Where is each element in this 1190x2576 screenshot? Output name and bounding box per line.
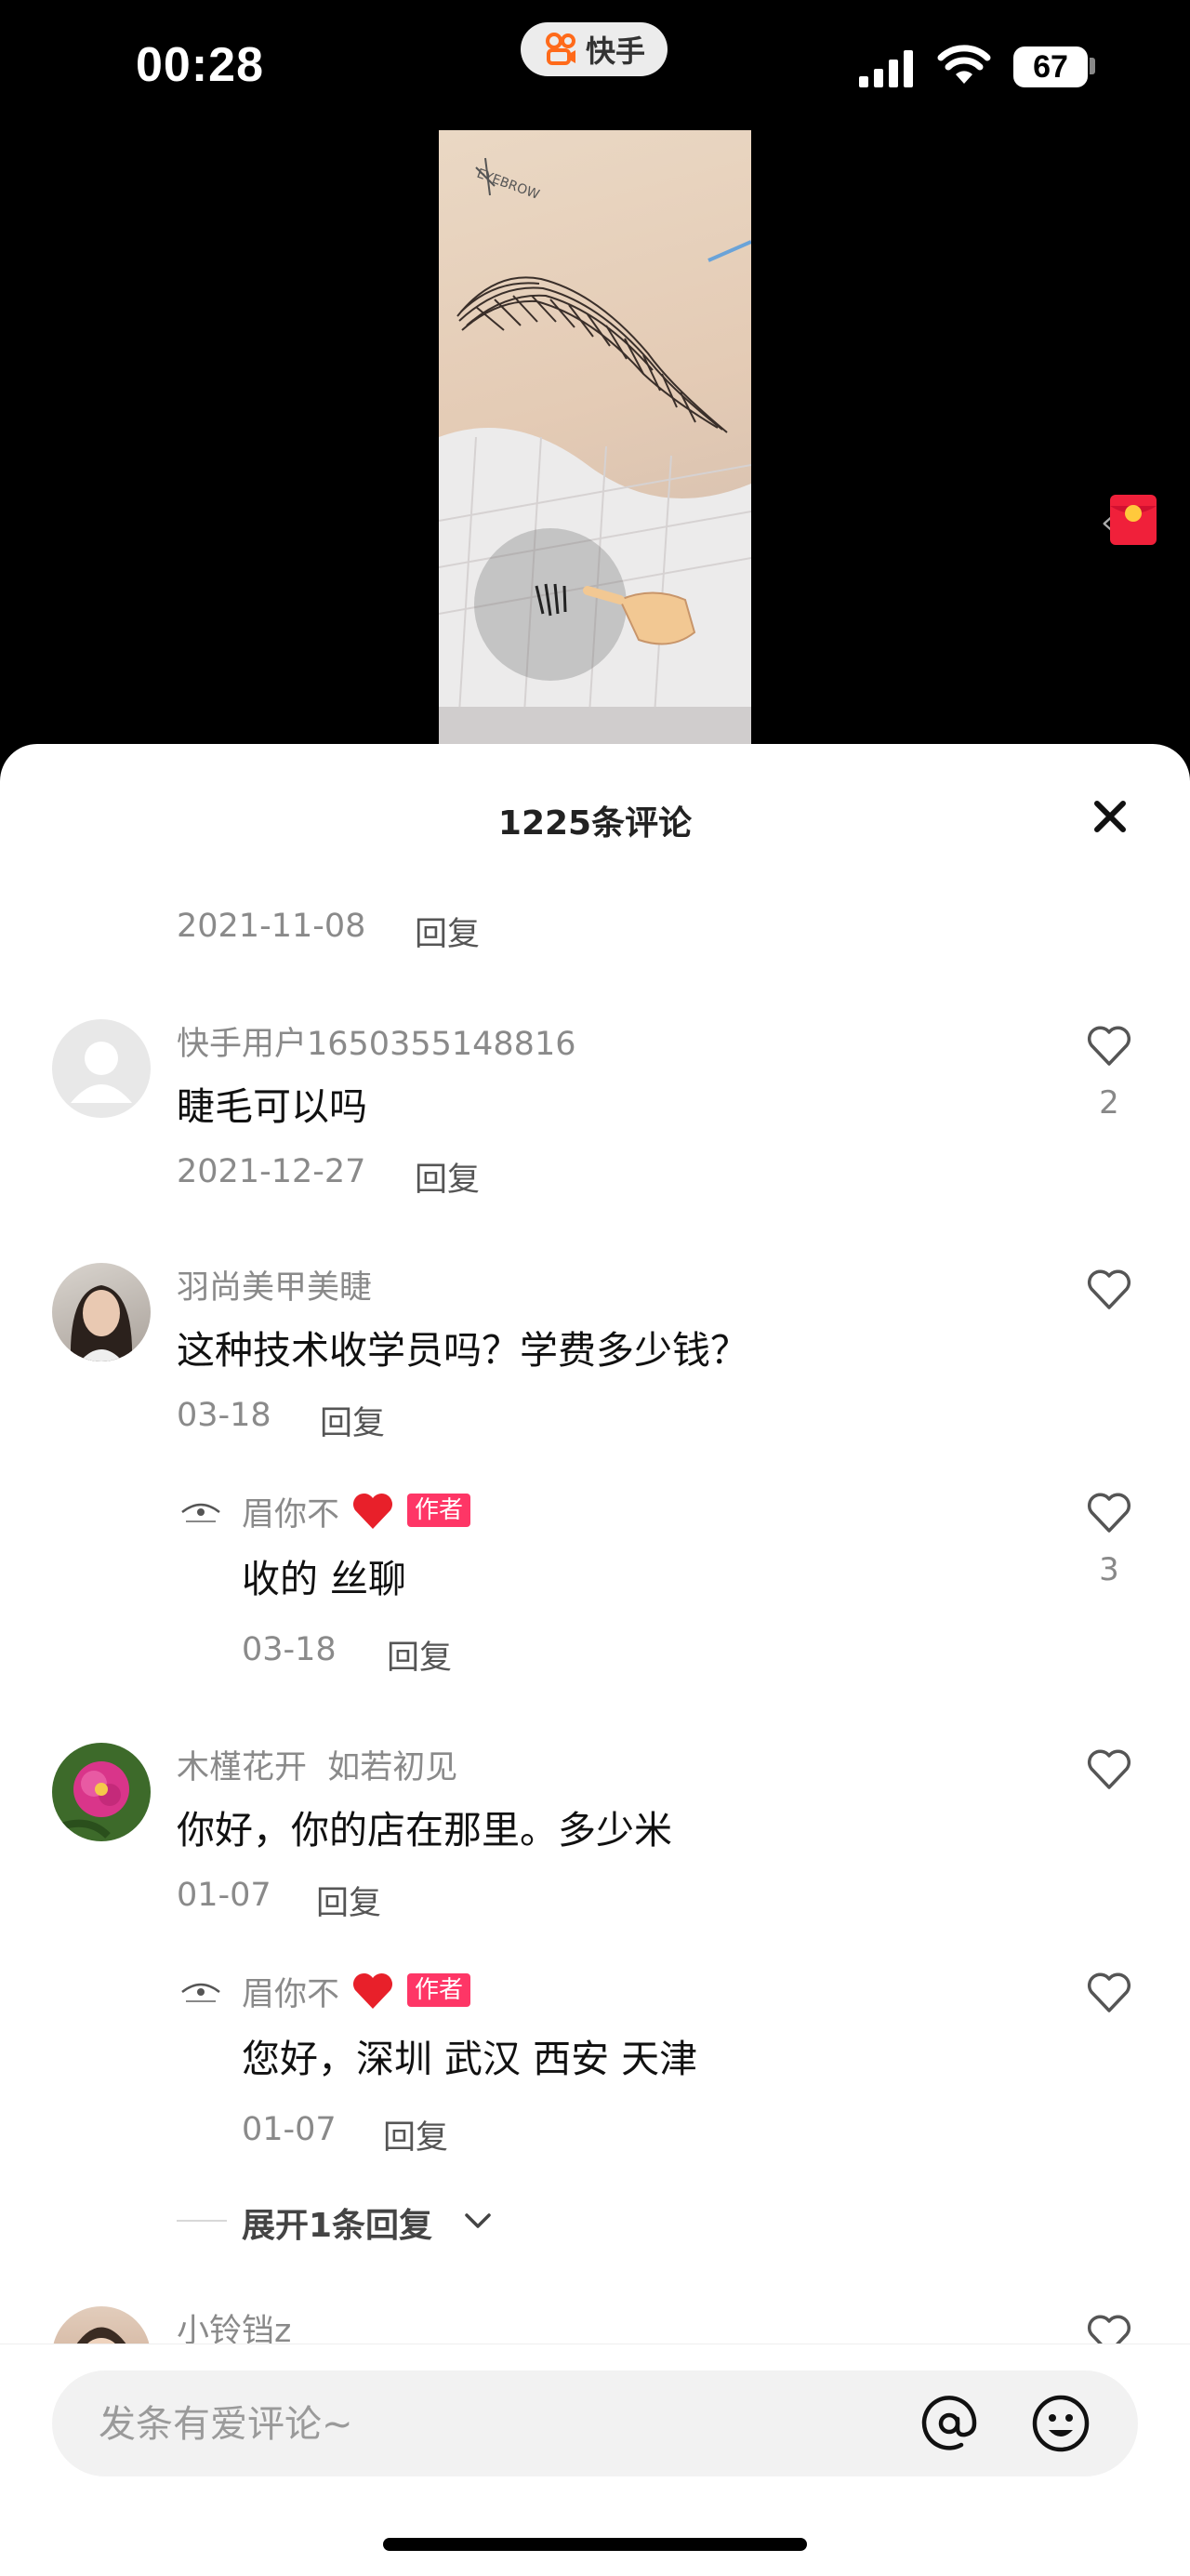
comment-count-title: 1225条评论 — [497, 804, 693, 843]
comment-text: 你好，你的店在那里。多少米 — [177, 1808, 672, 1852]
heart-icon[interactable] — [1086, 1492, 1132, 1534]
kuaishou-logo-icon — [545, 33, 575, 65]
user-photo — [70, 1285, 133, 1361]
avatar[interactable] — [52, 1019, 151, 1118]
chevron-down-icon[interactable] — [463, 2210, 493, 2232]
reply-username[interactable]: 眉你不 — [242, 1968, 339, 2015]
reply-date: 03-18 — [242, 1631, 337, 1668]
reply-button[interactable]: 回复 — [383, 2111, 448, 2158]
red-heart-emoji — [352, 1493, 393, 1529]
comment-text: 睫毛可以吗 — [177, 1084, 367, 1129]
cell-signal-icon — [859, 50, 913, 87]
reply-date: 01-07 — [242, 2111, 337, 2148]
expand-replies-button[interactable]: 展开1条回复 — [242, 2198, 432, 2247]
author-avatar-icon[interactable] — [177, 1495, 225, 1529]
default-avatar-icon — [71, 1042, 132, 1103]
heart-icon[interactable] — [1086, 1268, 1132, 1311]
author-avatar-icon[interactable] — [177, 1975, 225, 2009]
comment-date: 2021-11-08 — [177, 908, 366, 945]
author-badge: 作者 — [407, 1494, 471, 1527]
heart-icon[interactable] — [1086, 1025, 1132, 1068]
status-bar: 00:28 快手 67 — [0, 0, 1190, 130]
reply-button[interactable]: 回复 — [415, 1153, 480, 1201]
at-icon[interactable] — [917, 2391, 982, 2456]
avatar[interactable] — [52, 1743, 151, 1841]
wifi-icon — [937, 45, 991, 84]
comment-username[interactable]: 羽尚美甲美睫 — [177, 1261, 372, 1308]
heart-icon[interactable] — [1086, 1748, 1132, 1791]
app-indicator[interactable]: 快手 — [521, 22, 668, 76]
home-indicator[interactable] — [383, 2538, 807, 2551]
comment-username[interactable]: 木槿花开 如若初见 — [177, 1741, 457, 1788]
avatar[interactable] — [52, 1263, 151, 1361]
comment-sheet: 1225条评论 2021-11-08 回复 快手用户1650355148816 … — [0, 744, 1190, 2575]
comment-input[interactable] — [97, 2370, 900, 2478]
svg-text:EYEBROW: EYEBROW — [475, 166, 542, 203]
reply-text: 收的 丝聊 — [242, 1557, 407, 1601]
app-name: 快手 — [585, 33, 645, 69]
reply-text: 您好，深圳 武汉 西安 天津 — [242, 2037, 698, 2081]
comment-date: 2021-12-27 — [177, 1153, 366, 1190]
like-count: 2 — [1099, 1084, 1119, 1122]
comment-text: 这种技术收学员吗？学费多少钱？ — [177, 1328, 748, 1373]
red-heart-emoji — [352, 1972, 393, 2009]
reply-button[interactable]: 回复 — [320, 1397, 385, 1444]
reply-username[interactable]: 眉你不 — [242, 1488, 339, 1535]
video-frame: EYEBROW — [439, 157, 751, 744]
battery-indicator: 67 — [1013, 46, 1088, 87]
close-icon[interactable] — [1086, 792, 1134, 841]
expand-divider — [177, 2220, 227, 2222]
comment-date: 01-07 — [177, 1877, 271, 1914]
battery-level: 67 — [1033, 49, 1068, 85]
comment-username[interactable]: 快手用户1650355148816 — [177, 1017, 576, 1065]
heart-icon[interactable] — [1086, 1972, 1132, 2014]
user-photo — [60, 1761, 129, 1839]
author-badge: 作者 — [407, 1973, 471, 2007]
video-player[interactable]: EYEBROW — [439, 130, 751, 744]
battery-tip — [1090, 58, 1095, 74]
emoji-icon[interactable] — [1028, 2391, 1093, 2456]
status-time: 00:28 — [136, 38, 264, 92]
reply-button[interactable]: 回复 — [415, 908, 480, 955]
reply-button[interactable]: 回复 — [387, 1631, 452, 1679]
reply-button[interactable]: 回复 — [316, 1877, 381, 1924]
like-count: 3 — [1099, 1551, 1119, 1588]
comment-date: 03-18 — [177, 1397, 271, 1434]
red-packet-icon[interactable] — [1106, 493, 1168, 547]
comment-input-container[interactable] — [52, 2370, 1138, 2478]
